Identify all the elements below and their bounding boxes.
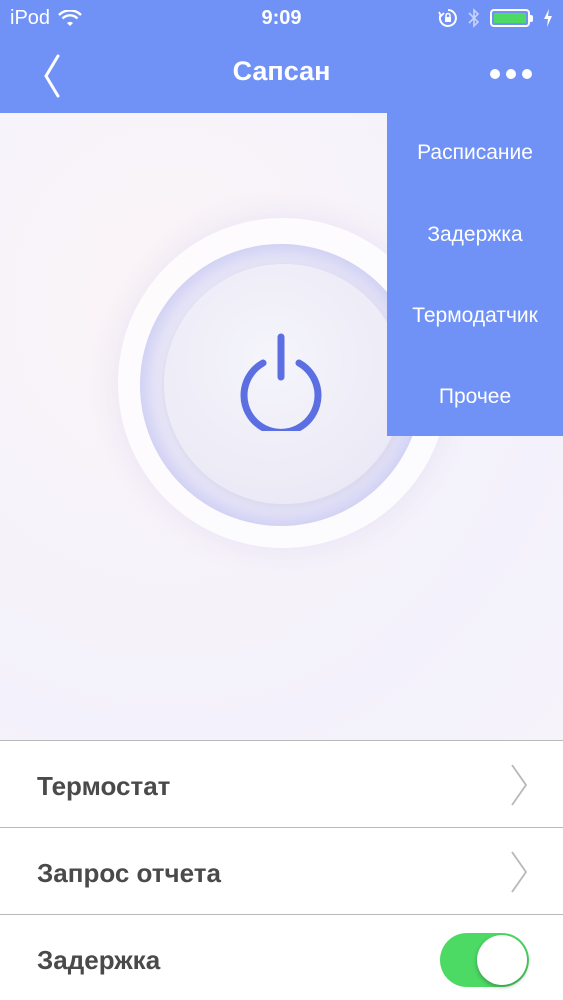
page-title: Сапсан (232, 56, 331, 86)
more-dots-icon (490, 69, 532, 79)
menu-item-schedule[interactable]: Расписание (387, 113, 563, 193)
charging-icon (544, 9, 552, 27)
chevron-right-icon (511, 764, 528, 806)
menu-item-thermosensor[interactable]: Термодатчик (387, 276, 563, 356)
battery-tip (530, 14, 533, 22)
more-button[interactable] (489, 64, 533, 84)
list-item-report-request[interactable]: Запрос отчета (0, 828, 563, 915)
navigation-header: iPod 9:09 Сапсан (0, 0, 563, 113)
menu-item-other[interactable]: Прочее (387, 357, 563, 437)
status-bar: iPod 9:09 (0, 0, 563, 38)
power-icon[interactable] (235, 331, 327, 431)
list-item-label: Задержка (37, 945, 161, 975)
chevron-right-icon (511, 851, 528, 893)
battery-icon (490, 9, 533, 27)
dropdown-menu: Расписание Задержка Термодатчик Прочее (387, 113, 563, 436)
list-item-label: Запрос отчета (37, 858, 221, 888)
menu-item-delay[interactable]: Задержка (387, 195, 563, 275)
bluetooth-icon (468, 8, 480, 28)
orientation-lock-icon (438, 9, 457, 27)
status-right (438, 8, 553, 28)
battery-fill (494, 13, 526, 23)
battery-body (490, 9, 530, 27)
delay-toggle[interactable] (440, 933, 529, 987)
list-item-label: Термостат (37, 771, 171, 801)
list-item-thermostat[interactable]: Термостат (0, 741, 563, 828)
toggle-knob (477, 935, 527, 985)
settings-list: Термостат Запрос отчета Задержка (0, 740, 563, 1000)
